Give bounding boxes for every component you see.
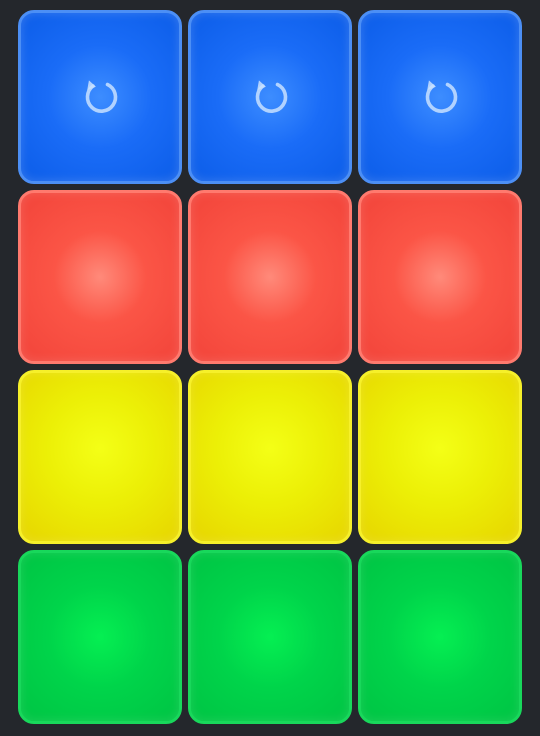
game-board — [0, 0, 540, 736]
blue-pad-1[interactable] — [18, 10, 182, 184]
rotate-icon — [425, 80, 458, 113]
yellow-pad-1[interactable] — [18, 370, 182, 544]
green-pad-3[interactable] — [358, 550, 522, 724]
yellow-pad-3[interactable] — [358, 370, 522, 544]
blue-pad-3[interactable] — [358, 10, 522, 184]
rotate-icon — [85, 80, 118, 113]
green-pad-1[interactable] — [18, 550, 182, 724]
rotate-icon — [255, 80, 288, 113]
red-pad-3[interactable] — [358, 190, 522, 364]
red-pad-2[interactable] — [188, 190, 352, 364]
blue-pad-2[interactable] — [188, 10, 352, 184]
yellow-pad-2[interactable] — [188, 370, 352, 544]
pad-grid — [18, 10, 522, 724]
green-pad-2[interactable] — [188, 550, 352, 724]
red-pad-1[interactable] — [18, 190, 182, 364]
